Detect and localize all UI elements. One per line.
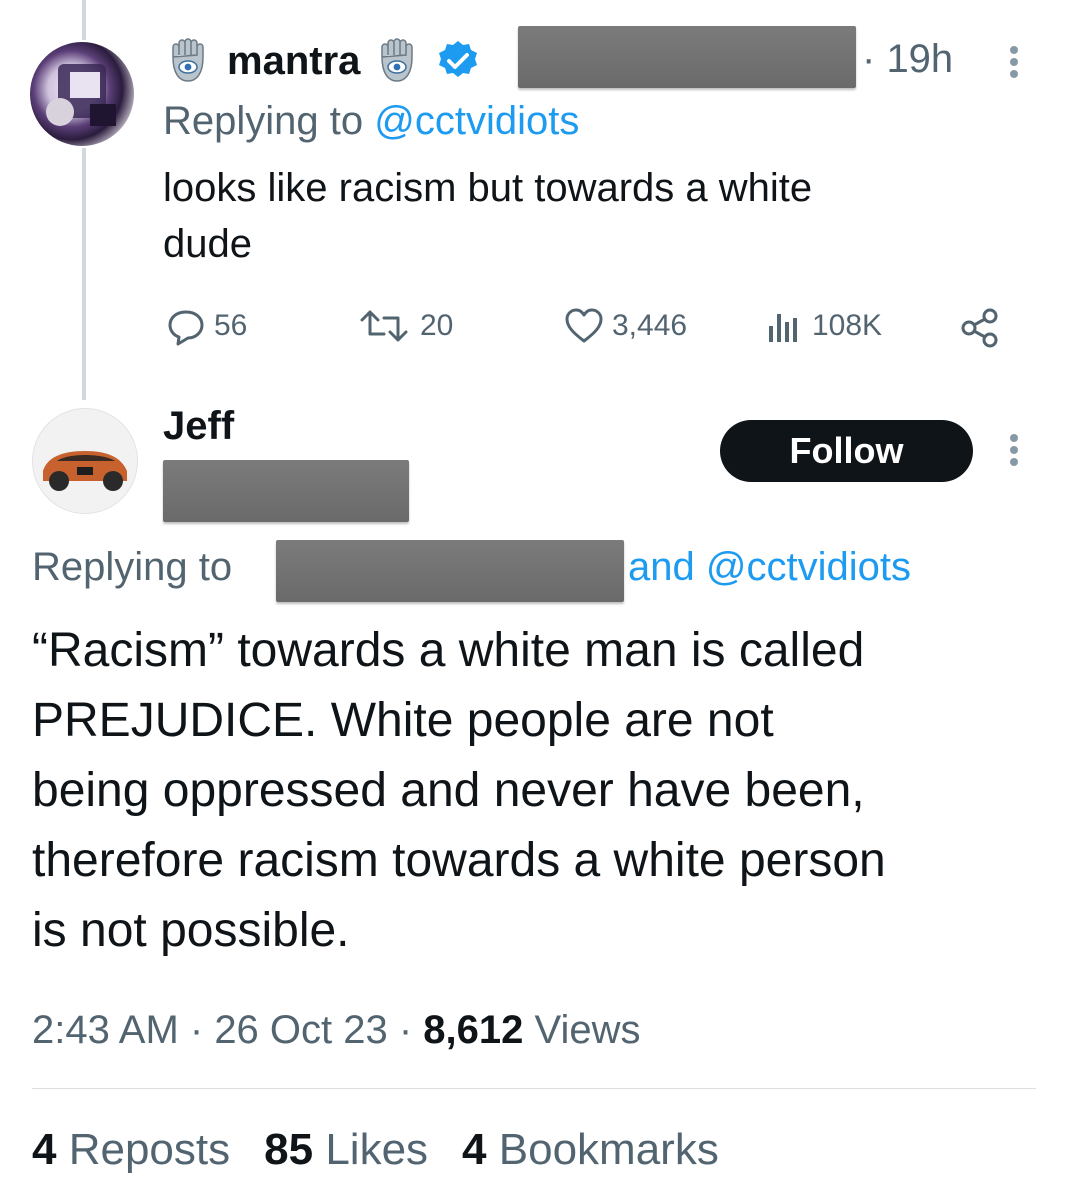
replying-handle-link[interactable]: @cctvidiots (374, 99, 579, 144)
bookmarks-stat[interactable]: 4 Bookmarks (462, 1125, 719, 1175)
redacted-handle (518, 26, 856, 88)
thread-line-bottom (82, 148, 86, 400)
views-count: 8,612 (423, 1007, 524, 1052)
like-icon (564, 306, 604, 346)
views-label: Views (534, 1007, 641, 1052)
tweet-timestamp[interactable]: 2:43 AM (32, 1008, 179, 1053)
author-name[interactable]: mantra (227, 39, 360, 84)
avatar[interactable] (32, 408, 138, 514)
share-icon[interactable] (958, 306, 1002, 350)
author-name[interactable]: Jeff (163, 404, 234, 449)
hamsa-icon (372, 35, 424, 87)
redacted-handle (163, 460, 409, 522)
hamsa-icon (163, 35, 215, 87)
tweet-date[interactable]: 26 Oct 23 (214, 1008, 387, 1053)
tweet-text: looks like racism but towards a white du… (163, 166, 813, 266)
views-icon (764, 306, 804, 346)
follow-button[interactable]: Follow (720, 420, 973, 482)
car-avatar-icon (33, 409, 137, 513)
redacted-handle (276, 540, 624, 602)
likes-stat[interactable]: 85 Likes (264, 1125, 428, 1175)
divider (32, 1088, 1036, 1089)
tweet-body: “Racism” towards a white man is called P… (32, 624, 886, 957)
replying-to-label: Replying to (32, 544, 233, 589)
replying-handle-link[interactable]: and @cctvidiots (628, 542, 911, 592)
tweet-time[interactable]: · 19h (862, 36, 953, 82)
avatar-image-icon (46, 64, 116, 126)
replying-to: Replying to @cctvidiots (163, 98, 580, 144)
tweet-meta: 2:43 AM · 26 Oct 23 · 8,612 Views (32, 1007, 641, 1053)
tweet-header: mantra (163, 36, 480, 86)
views-button[interactable]: 108K (764, 306, 882, 346)
more-options-icon[interactable] (1000, 432, 1028, 468)
reposts-stat[interactable]: 4 Reposts (32, 1125, 230, 1175)
reply-icon (166, 306, 206, 346)
thread-line-top (82, 0, 86, 40)
like-button[interactable]: 3,446 (564, 306, 687, 346)
repost-button[interactable]: 20 (356, 306, 453, 346)
verified-badge-icon (436, 39, 480, 83)
engagement-stats: 4 Reposts 85 Likes 4 Bookmarks (32, 1124, 719, 1176)
reply-button[interactable]: 56 (166, 306, 247, 346)
repost-icon (356, 306, 412, 346)
avatar[interactable] (30, 42, 134, 146)
more-options-icon[interactable] (1000, 44, 1028, 80)
